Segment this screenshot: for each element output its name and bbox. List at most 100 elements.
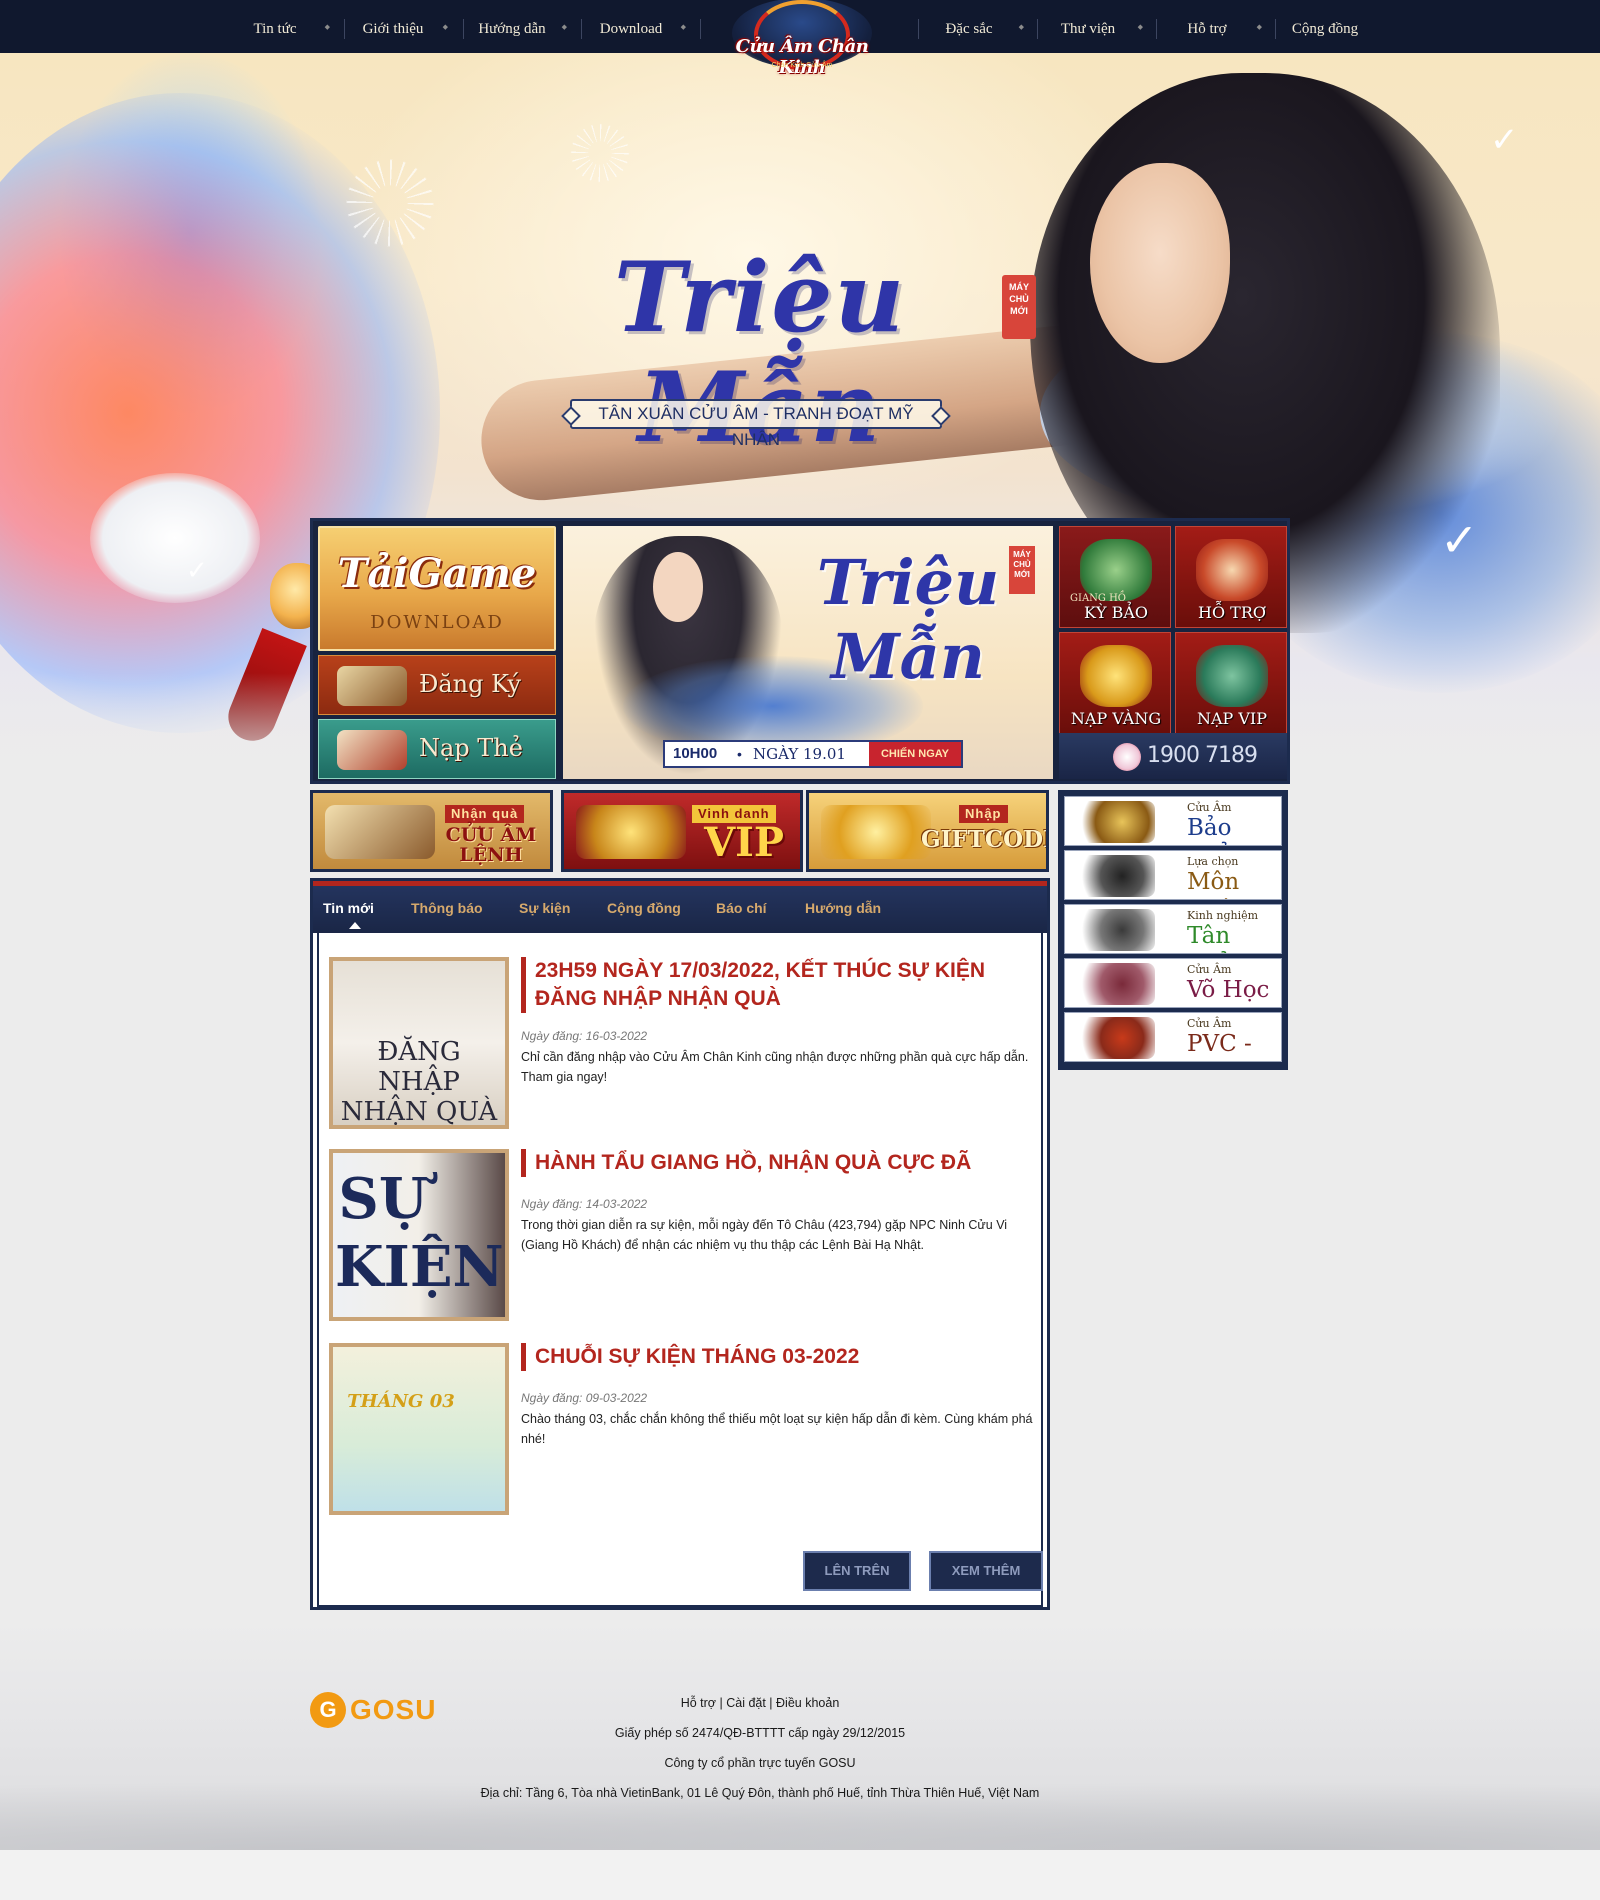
nav-huong-dan[interactable]: Hướng dẫn ◆ bbox=[453, 0, 571, 53]
footer: GOSU Hỗ trợ | Cài đặt | Điều khoản Giấy … bbox=[0, 1620, 1600, 1850]
nav-cong-dong[interactable]: Cộng đồng bbox=[1266, 0, 1384, 53]
tile-ho-tro[interactable]: HỖ TRỢ bbox=[1175, 526, 1287, 628]
article-thumbnail[interactable]: SỰ KIỆN bbox=[329, 1149, 509, 1321]
nav-gioi-thieu[interactable]: Giới thiệu ◆ bbox=[334, 0, 452, 53]
thumbnail-caption: ĐĂNG NHẬP NHẬN QUÀ bbox=[340, 1037, 498, 1127]
promo-title: CỬU ÂM LỆNH bbox=[445, 824, 537, 866]
guide-bao-dien[interactable]: Cửu Âm Bảo Điển bbox=[1064, 796, 1282, 846]
guide-mon-phai[interactable]: Lựa chọn Môn Phái bbox=[1064, 850, 1282, 900]
tab-su-kien[interactable]: Sự kiện bbox=[519, 886, 570, 933]
banner-title: Triệu Mẫn bbox=[816, 546, 1000, 693]
firework-decoration bbox=[330, 143, 450, 263]
nav-ho-tro[interactable]: Hỗ trợ ◆ bbox=[1148, 0, 1266, 53]
guide-prefix: Cửu Âm bbox=[1187, 1017, 1232, 1030]
gold-pile-icon bbox=[821, 805, 931, 859]
tile-nap-vang-label: NẠP VÀNG bbox=[1070, 709, 1162, 728]
article-date: Ngày đăng: 14-03-2022 bbox=[521, 1197, 648, 1211]
download-game-button[interactable]: TảiGame DOWNLOAD bbox=[318, 526, 556, 651]
guide-vo-hoc[interactable]: Cửu Âm Võ Học bbox=[1064, 958, 1282, 1008]
article-summary: Trong thời gian diễn ra sự kiện, mỗi ngà… bbox=[521, 1218, 1008, 1252]
banner-time: 10H00 bbox=[673, 745, 718, 762]
article-thumbnail[interactable]: ĐĂNG NHẬP NHẬN QUÀ bbox=[329, 957, 509, 1129]
banner-cta-button[interactable]: CHIẾN NGAY bbox=[869, 742, 961, 766]
article-thumbnail[interactable]: THÁNG 03 bbox=[329, 1343, 509, 1515]
hotline[interactable]: 1900 7189 bbox=[1059, 733, 1287, 779]
download-title: TảiGame bbox=[337, 550, 537, 597]
promo-vinh-danh-vip[interactable]: Vinh danh VIP bbox=[561, 790, 803, 872]
mascot-icon bbox=[1113, 743, 1141, 771]
promo-giftcode[interactable]: Nhập GIFTCODE bbox=[806, 790, 1049, 872]
promo-cuu-am-lenh[interactable]: Nhận quà CỬU ÂM LỆNH bbox=[310, 790, 553, 872]
tab-cong-dong[interactable]: Cộng đồng bbox=[607, 886, 681, 933]
banner-cta-bar: 10H00 • NGÀY 19.01 CHIẾN NGAY bbox=[663, 740, 963, 768]
hero-seal-badge: MÁY CHỦ MỚI bbox=[1002, 275, 1036, 339]
thumbnail-art bbox=[333, 1347, 505, 1511]
footer-links: Hỗ trợ | Cài đặt | Điều khoản bbox=[460, 1696, 1060, 1710]
bird-icon: ✓ bbox=[1440, 514, 1479, 566]
topup-card-button[interactable]: Nạp Thẻ bbox=[318, 719, 556, 779]
site-logo[interactable]: Cửu Âm Chân Kinh Chân Kinh Cửu Âm bbox=[722, 0, 882, 90]
footer-mountain-decoration bbox=[0, 1770, 1600, 1850]
footer-link-cai-dat[interactable]: Cài đặt bbox=[726, 1696, 766, 1710]
guide-title: Tân Thủ bbox=[1187, 923, 1232, 953]
logo-text: Cửu Âm Chân Kinh bbox=[735, 36, 869, 78]
tab-bao-chi[interactable]: Báo chí bbox=[716, 886, 767, 933]
chevron-icon: ◆ bbox=[680, 23, 686, 31]
tile-ky-bao[interactable]: GIANG HỒ KỲ BẢO bbox=[1059, 526, 1171, 628]
article-title[interactable]: HÀNH TẨU GIANG HỒ, NHẬN QUÀ CỰC ĐÃ bbox=[521, 1149, 1041, 1177]
hotline-number: 1900 7189 bbox=[1147, 743, 1258, 768]
golden-warrior-icon bbox=[1073, 801, 1155, 843]
register-button[interactable]: Đăng Ký bbox=[318, 655, 556, 715]
firework-decoration bbox=[560, 113, 640, 193]
vase-icon bbox=[1196, 645, 1268, 707]
tile-ky-bao-label: KỲ BẢO bbox=[1083, 603, 1149, 622]
promo-tag: Nhận quà bbox=[445, 805, 525, 823]
active-tab-indicator bbox=[349, 922, 361, 929]
nav-tin-tuc[interactable]: Tin tức ◆ bbox=[216, 0, 334, 53]
download-subtitle: DOWNLOAD bbox=[370, 612, 504, 633]
article-title[interactable]: CHUỖI SỰ KIỆN THÁNG 03-2022 bbox=[521, 1343, 1041, 1371]
tile-ho-tro-label: HỖ TRỢ bbox=[1198, 603, 1266, 622]
page-bottom bbox=[0, 1850, 1600, 1900]
nav-dac-sac[interactable]: Đặc sắc ◆ bbox=[910, 0, 1028, 53]
tab-huong-dan[interactable]: Hướng dẫn bbox=[805, 886, 881, 933]
footer-separator: | bbox=[765, 1696, 777, 1710]
guide-title: PVC - Pet bbox=[1187, 1031, 1252, 1061]
guide-tan-thu[interactable]: Kinh nghiệm Tân Thủ bbox=[1064, 904, 1282, 954]
tab-thong-bao[interactable]: Thông báo bbox=[411, 886, 483, 933]
article-title[interactable]: 23H59 NGÀY 17/03/2022, KẾT THÚC SỰ KIỆN … bbox=[521, 957, 1041, 1013]
footer-company: Công ty cổ phần trực tuyến GOSU bbox=[664, 1756, 856, 1770]
promo-title: GIFTCODE bbox=[921, 826, 1049, 853]
chevron-icon: ◆ bbox=[324, 23, 330, 31]
chevron-icon: ◆ bbox=[1137, 23, 1143, 31]
banner-date: NGÀY 19.01 bbox=[753, 745, 846, 763]
view-more-button[interactable]: XEM THÊM bbox=[929, 1551, 1043, 1591]
chevron-icon: ◆ bbox=[561, 23, 567, 31]
footer-link-dieu-khoan[interactable]: Điều khoản bbox=[776, 1696, 839, 1710]
guide-title: Môn Phái bbox=[1187, 869, 1240, 899]
red-armor-icon bbox=[1073, 1017, 1155, 1059]
scroll-top-button[interactable]: LÊN TRÊN bbox=[803, 1551, 911, 1591]
gosu-logo[interactable]: GOSU bbox=[310, 1690, 460, 1730]
event-banner[interactable]: Triệu Mẫn MÁY CHỦ MỚI 10H00 • NGÀY 19.01… bbox=[563, 526, 1053, 779]
article-summary: Chào tháng 03, chắc chắn không thể thiếu… bbox=[521, 1412, 1033, 1446]
tile-nap-vang[interactable]: NẠP VÀNG bbox=[1059, 632, 1171, 734]
tile-nap-vip-label: NẠP VIP bbox=[1196, 709, 1268, 728]
footer-link-ho-tro[interactable]: Hỗ trợ bbox=[681, 1696, 716, 1710]
news-section: Tin mới Thông báo Sự kiện Cộng đồng Báo … bbox=[310, 878, 1050, 1610]
hero-tagline: TÂN XUÂN CỬU ÂM - TRANH ĐOẠT MỸ NHÂN bbox=[570, 399, 942, 449]
hero-character-face bbox=[1090, 163, 1230, 363]
register-label: Đăng Ký bbox=[419, 670, 522, 698]
guide-title: Võ Học bbox=[1187, 977, 1270, 1003]
nav-divider bbox=[700, 19, 701, 39]
article-date: Ngày đăng: 16-03-2022 bbox=[521, 1029, 648, 1043]
guide-pvc-pet[interactable]: Cửu Âm PVC - Pet bbox=[1064, 1012, 1282, 1062]
scroll-icon bbox=[337, 666, 407, 706]
tile-nap-vip[interactable]: NẠP VIP bbox=[1175, 632, 1287, 734]
nav-thu-vien[interactable]: Thư viện ◆ bbox=[1029, 0, 1147, 53]
chevron-icon: ◆ bbox=[1256, 23, 1262, 31]
nav-download[interactable]: Download ◆ bbox=[572, 0, 690, 53]
jade-icon bbox=[1080, 539, 1152, 601]
bird-icon: ✓ bbox=[186, 555, 208, 585]
card-pouch-icon bbox=[337, 730, 407, 770]
